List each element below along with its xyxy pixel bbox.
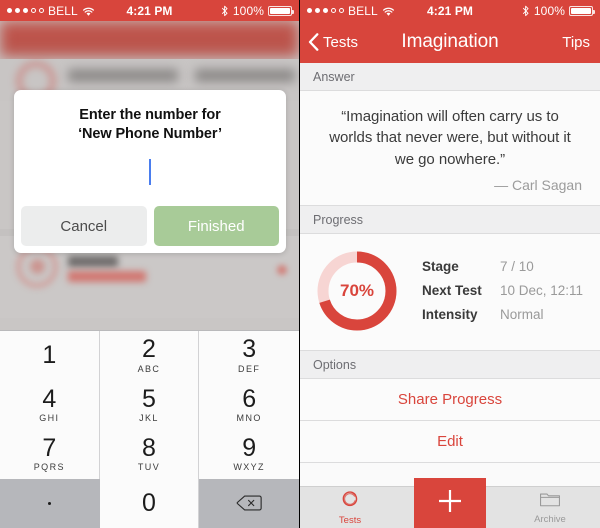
right-phone-screen: BELL 4:21 PM 100% Tests Imagination Tips… bbox=[300, 0, 600, 528]
finished-button[interactable]: Finished bbox=[153, 206, 279, 247]
blurred-text-c bbox=[68, 256, 118, 267]
tab-archive-label: Archive bbox=[534, 514, 566, 525]
blurred-text-d bbox=[68, 271, 146, 282]
progress-stats-list: Stage 7 / 10 Next Test 10 Dec, 12:11 Int… bbox=[422, 259, 586, 322]
stat-row-stage: Stage 7 / 10 bbox=[422, 259, 586, 274]
key-0[interactable]: 0 bbox=[99, 478, 200, 528]
stat-key-intensity: Intensity bbox=[422, 307, 478, 323]
stat-row-next-test: Next Test 10 Dec, 12:11 bbox=[422, 283, 586, 298]
key-3[interactable]: 3 DEF bbox=[199, 331, 299, 381]
status-bar-right: BELL 4:21 PM 100% bbox=[300, 0, 600, 21]
clock-label: 4:21 PM bbox=[126, 3, 173, 18]
answer-card: “Imagination will often carry us to worl… bbox=[300, 91, 600, 205]
key-9-digit: 9 bbox=[242, 433, 257, 462]
battery-full-icon bbox=[268, 5, 294, 16]
key-1-digit: 1 bbox=[42, 340, 57, 369]
key-0-digit: 0 bbox=[142, 488, 156, 517]
key-6-digit: 6 bbox=[242, 384, 257, 413]
key-9-letters: WXYZ bbox=[233, 462, 265, 473]
stat-row-intensity: Intensity Normal bbox=[422, 307, 586, 322]
key-4-letters: GHI bbox=[39, 413, 60, 424]
cancel-button[interactable]: Cancel bbox=[21, 206, 147, 247]
folder-icon bbox=[539, 490, 561, 513]
blurred-text-b bbox=[195, 69, 295, 82]
dot-glyph-icon bbox=[47, 501, 51, 505]
stat-key-next-test: Next Test bbox=[422, 283, 482, 299]
add-test-button[interactable] bbox=[414, 478, 486, 528]
blurred-text-a bbox=[68, 69, 178, 82]
stat-key-stage: Stage bbox=[422, 259, 459, 275]
tab-tests[interactable]: Tests bbox=[300, 487, 400, 528]
key-8[interactable]: 8 TUV bbox=[99, 429, 200, 479]
dialog-actions: Cancel Finished bbox=[14, 206, 286, 253]
key-9[interactable]: 9 WXYZ bbox=[199, 429, 299, 479]
key-dot[interactable] bbox=[0, 478, 100, 528]
plus-icon bbox=[432, 483, 468, 524]
navigation-bar: Tests Imagination Tips bbox=[300, 21, 600, 63]
key-3-digit: 3 bbox=[242, 335, 257, 364]
tab-tests-label: Tests bbox=[338, 515, 362, 526]
stat-value-next-test: 10 Dec, 12:11 bbox=[500, 283, 584, 299]
progress-card: 70% Stage 7 / 10 Next Test 10 Dec, 12:11… bbox=[300, 233, 600, 350]
blurred-ring-bottom-inner bbox=[30, 259, 45, 274]
key-8-digit: 8 bbox=[142, 433, 156, 462]
key-7-digit: 7 bbox=[42, 433, 57, 462]
key-7[interactable]: 7 PQRS bbox=[0, 429, 100, 479]
key-5-letters: JKL bbox=[139, 413, 159, 424]
tab-bar: Tests Archive bbox=[300, 478, 600, 528]
options-section-header: Options bbox=[300, 349, 600, 379]
page-title: Imagination bbox=[401, 31, 499, 52]
progress-percent-label: 70% bbox=[339, 280, 375, 300]
edit-button[interactable]: Edit bbox=[300, 420, 600, 463]
status-bar-left: BELL 4:21 PM 100% bbox=[0, 0, 299, 21]
ring-circle-icon bbox=[340, 489, 360, 514]
key-7-letters: PQRS bbox=[33, 462, 65, 473]
quote-text: “Imagination will often carry us to worl… bbox=[329, 108, 571, 168]
key-5[interactable]: 5 JKL bbox=[99, 380, 200, 430]
key-5-digit: 5 bbox=[142, 384, 156, 413]
dialog-body: Enter the number for ‘New Phone Number’ bbox=[14, 90, 286, 206]
key-2-letters: ABC bbox=[137, 363, 161, 374]
key-4[interactable]: 4 GHI bbox=[0, 380, 100, 430]
share-progress-button[interactable]: Share Progress bbox=[300, 378, 600, 421]
quote-attribution: — Carl Sagan bbox=[494, 176, 582, 193]
key-4-digit: 4 bbox=[42, 384, 57, 413]
key-8-letters: TUV bbox=[137, 462, 161, 473]
blurred-badge-dot bbox=[277, 265, 287, 275]
dialog-title-line1: Enter the number for bbox=[79, 107, 221, 123]
key-1[interactable]: 1 bbox=[0, 331, 100, 381]
detail-content: Answer “Imagination will often carry us … bbox=[300, 63, 600, 528]
progress-donut-chart: 70% bbox=[314, 248, 400, 334]
phone-number-input[interactable] bbox=[32, 144, 268, 200]
key-6[interactable]: 6 MNO bbox=[199, 380, 299, 430]
numeric-keypad: 1 2 ABC 3 DEF 4 GHI 5 JKL 6 MNO 7 PQRS 8… bbox=[0, 330, 299, 528]
delete-backspace-icon bbox=[236, 494, 262, 512]
answer-section-header: Answer bbox=[300, 63, 600, 91]
battery-full-icon bbox=[569, 5, 595, 16]
text-cursor bbox=[149, 159, 151, 186]
dual-phone-screenshot: BELL 4:21 PM 100% Enter the number for ‘… bbox=[0, 0, 600, 528]
left-phone-screen: BELL 4:21 PM 100% Enter the number for ‘… bbox=[0, 0, 300, 528]
stat-value-intensity: Normal bbox=[500, 307, 544, 323]
progress-section-header: Progress bbox=[300, 204, 600, 234]
number-entry-dialog: Enter the number for ‘New Phone Number’ … bbox=[14, 90, 286, 254]
key-delete[interactable] bbox=[199, 478, 299, 528]
clock-label: 4:21 PM bbox=[426, 3, 474, 18]
key-2[interactable]: 2 ABC bbox=[99, 331, 200, 381]
key-6-letters: MNO bbox=[236, 413, 262, 424]
key-2-digit: 2 bbox=[142, 335, 156, 364]
blurred-navbar bbox=[0, 21, 299, 57]
dialog-title-line2: ‘New Phone Number’ bbox=[78, 126, 222, 143]
key-3-letters: DEF bbox=[238, 363, 261, 374]
stat-value-stage: 7 / 10 bbox=[500, 259, 534, 275]
tab-archive[interactable]: Archive bbox=[500, 487, 600, 528]
